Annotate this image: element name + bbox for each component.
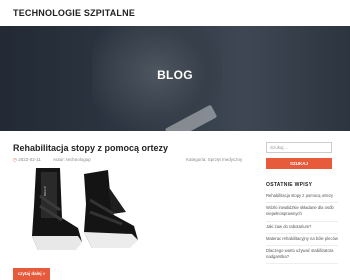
post-author[interactable]: Autor: technologop bbox=[53, 157, 91, 162]
post-category[interactable]: Kategoria: Sprzęt medyczny bbox=[186, 157, 242, 162]
post-image-ankle-brace[interactable]: BRACE bbox=[26, 166, 146, 258]
svg-text:BRACE: BRACE bbox=[43, 186, 47, 196]
clock-icon: ◷ bbox=[13, 157, 17, 162]
recent-post-link[interactable]: Rehabilitacja stopy z pomocą ortezy bbox=[266, 191, 338, 204]
site-header: TECHNOLOGIE SZPITALNE bbox=[0, 0, 350, 26]
site-title[interactable]: TECHNOLOGIE SZPITALNE bbox=[13, 8, 135, 18]
hero-title: BLOG bbox=[157, 68, 193, 82]
search-button[interactable]: SZUKAJ bbox=[266, 158, 332, 169]
sidebar: Szukaj ... SZUKAJ OSTATNIE WPISY Rehabil… bbox=[255, 130, 350, 280]
recent-post-link[interactable]: Jaki żaw do rabotarium? bbox=[266, 222, 338, 234]
post-date: ◷ 2022-02-11 bbox=[13, 157, 41, 163]
recent-posts-title: OSTATNIE WPISY bbox=[266, 182, 313, 188]
recent-post-link[interactable]: Wózki inwalidzkie składane dla osób niep… bbox=[266, 203, 338, 222]
hero-banner: BLOG bbox=[0, 26, 350, 131]
recent-posts-list: Rehabilitacja stopy z pomocą ortezy Wózk… bbox=[266, 191, 338, 265]
post-date-text[interactable]: 2022-02-11 bbox=[18, 157, 41, 162]
recent-post-link[interactable]: Dlaczego warto używać stabilizatora nadg… bbox=[266, 246, 338, 265]
read-more-button[interactable]: czytaj dalej » bbox=[13, 268, 50, 280]
recent-post-link[interactable]: Materac rehabilitacyjny na bóle pleców bbox=[266, 234, 338, 247]
search-input[interactable]: Szukaj ... bbox=[266, 142, 332, 153]
post-title[interactable]: Rehabilitacja stopy z pomocą ortezy bbox=[13, 143, 168, 153]
